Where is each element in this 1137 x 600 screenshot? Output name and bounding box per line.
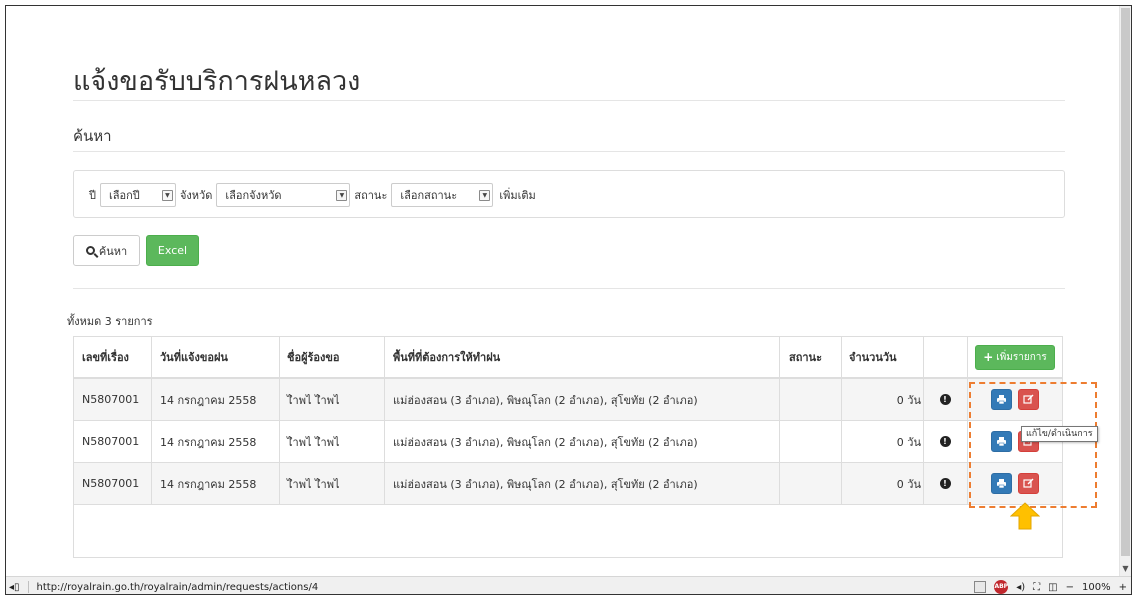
column-divider: [841, 337, 842, 505]
search-button[interactable]: ค้นหา: [73, 235, 140, 266]
compatibility-icon[interactable]: [974, 581, 987, 593]
request-days: 0 วัน: [896, 393, 921, 407]
zoom-level[interactable]: 100%: [1082, 582, 1111, 593]
province-select[interactable]: เลือกจังหวัด ▼: [216, 183, 351, 207]
status-left: ◂▯ http://royalrain.go.th/royalrain/admi…: [9, 581, 318, 593]
request-no: N5807001: [82, 393, 140, 406]
table-row: N5807001 14 กรกฎาคม 2558 ไำพไ ไำพไ แม่ฮ่…: [74, 379, 1062, 421]
filter-row: ปี เลือกปี ▼ จังหวัด เลือกจังหวัด ▼ สถาน…: [89, 183, 536, 207]
table-header: เลขที่เรื่อง วันที่แจ้งขอฝน ชื่อผู้ร้องข…: [74, 337, 1062, 379]
chevron-down-icon: ▼: [336, 189, 348, 201]
action-buttons-highlight: [969, 382, 1097, 508]
request-no: N5807001: [82, 435, 140, 448]
status-right: ABP ◂) ⛶ ◫ − 100% +: [974, 580, 1127, 594]
status-label: สถานะ: [354, 189, 388, 202]
scroll-down-icon[interactable]: ▼: [1120, 564, 1131, 574]
status-select-value: เลือกสถานะ: [400, 189, 458, 202]
row-status-cell: !: [924, 463, 966, 504]
province-select-value: เลือกจังหวัด: [225, 189, 282, 202]
request-date: 14 กรกฎาคม 2558: [160, 477, 257, 491]
search-section-title: ค้นหา: [73, 127, 112, 145]
table-row: N5807001 14 กรกฎาคม 2558 ไำพไ ไำพไ แม่ฮ่…: [74, 421, 1062, 463]
header-requester: ชื่อผู้ร้องขอ: [287, 351, 340, 364]
row-status-cell: !: [924, 421, 966, 462]
table-row: N5807001 14 กรกฎาคม 2558 ไำพไ ไำพไ แม่ฮ่…: [74, 463, 1062, 505]
column-divider: [779, 337, 780, 505]
more-filters-link[interactable]: เพิ่มเติม: [499, 186, 535, 204]
request-days: 0 วัน: [896, 477, 921, 491]
request-area: แม่ฮ่องสอน (3 อำเภอ), พิษณุโลก (2 อำเภอ)…: [393, 393, 698, 407]
chevron-down-icon: ▼: [479, 189, 491, 201]
excel-button-label: Excel: [157, 244, 188, 257]
vertical-scrollbar[interactable]: ▼: [1119, 6, 1131, 576]
filter-panel: ปี เลือกปี ▼ จังหวัด เลือกจังหวัด ▼ สถาน…: [73, 170, 1065, 218]
request-area: แม่ฮ่องสอน (3 อำเภอ), พิษณุโลก (2 อำเภอ)…: [393, 435, 698, 449]
zoom-in-icon[interactable]: +: [1119, 582, 1127, 593]
header-actions: + เพิ่มรายการ: [969, 337, 1061, 377]
status-separator: [27, 581, 29, 593]
up-arrow-icon: [1010, 502, 1040, 530]
add-button-label: เพิ่มรายการ: [996, 351, 1047, 363]
section-divider: [73, 151, 1065, 152]
status-url: http://royalrain.go.th/royalrain/admin/r…: [36, 581, 319, 593]
requester-name: ไำพไ ไำพไ: [287, 393, 340, 407]
year-select-value: เลือกปี: [108, 189, 140, 202]
year-select[interactable]: เลือกปี ▼: [99, 183, 176, 207]
header-days: จำนวนวัน: [849, 351, 897, 364]
status-select[interactable]: เลือกสถานะ ▼: [391, 183, 494, 207]
total-count: ทั้งหมด 3 รายการ: [67, 315, 153, 328]
year-label: ปี: [89, 189, 96, 202]
browser-status-bar: ◂▯ http://royalrain.go.th/royalrain/admi…: [6, 576, 1131, 594]
column-divider: [967, 337, 968, 505]
zoom-out-icon[interactable]: −: [1066, 582, 1074, 593]
fullscreen-icon[interactable]: ⛶: [1033, 582, 1040, 593]
plus-icon: +: [983, 350, 994, 364]
header-request-date: วันที่แจ้งขอฝน: [160, 351, 228, 364]
browser-frame: แจ้งขอรับบริการฝนหลวง ค้นหา ปี เลือกปี ▼…: [5, 5, 1132, 595]
exclamation-icon: !: [939, 478, 951, 489]
column-divider: [384, 337, 385, 505]
page-title: แจ้งขอรับบริการฝนหลวง: [73, 66, 361, 97]
speaker-icon[interactable]: ◂): [1016, 582, 1025, 593]
row-status-cell: !: [924, 379, 966, 420]
add-request-button[interactable]: + เพิ่มรายการ: [975, 344, 1055, 370]
header-request-no: เลขที่เรื่อง: [82, 351, 129, 364]
excel-export-button[interactable]: Excel: [146, 235, 199, 266]
request-date: 14 กรกฎาคม 2558: [160, 435, 257, 449]
column-divider: [279, 337, 280, 505]
column-divider: [151, 337, 152, 505]
request-date: 14 กรกฎาคม 2558: [160, 393, 257, 407]
exclamation-icon: !: [939, 394, 951, 405]
request-days: 0 วัน: [896, 435, 921, 449]
province-label: จังหวัด: [179, 189, 213, 202]
header-area: พื้นที่ที่ต้องการให้ทำฝน: [393, 351, 501, 364]
split-view-icon[interactable]: ◫: [1048, 582, 1057, 593]
requests-table: เลขที่เรื่อง วันที่แจ้งขอฝน ชื่อผู้ร้องข…: [73, 336, 1063, 558]
request-area: แม่ฮ่องสอน (3 อำเภอ), พิษณุโลก (2 อำเภอ)…: [393, 477, 698, 491]
chevron-down-icon: ▼: [161, 189, 173, 201]
requester-name: ไำพไ ไำพไ: [287, 435, 340, 449]
edit-tooltip: แก้ไข/ดำเนินการ: [1021, 426, 1098, 442]
requester-name: ไำพไ ไำพไ: [287, 477, 340, 491]
adblock-icon[interactable]: ABP: [994, 580, 1009, 594]
scrollbar-thumb[interactable]: [1121, 8, 1130, 556]
header-status: สถานะ: [789, 351, 822, 364]
column-divider: [923, 337, 924, 505]
search-button-label: ค้นหา: [98, 244, 128, 258]
search-icon: [85, 246, 95, 255]
actions-divider: [73, 288, 1065, 289]
exclamation-icon: !: [939, 436, 951, 447]
page-status-icon: ◂▯: [9, 581, 20, 593]
title-divider: [73, 100, 1065, 101]
request-no: N5807001: [82, 477, 140, 490]
